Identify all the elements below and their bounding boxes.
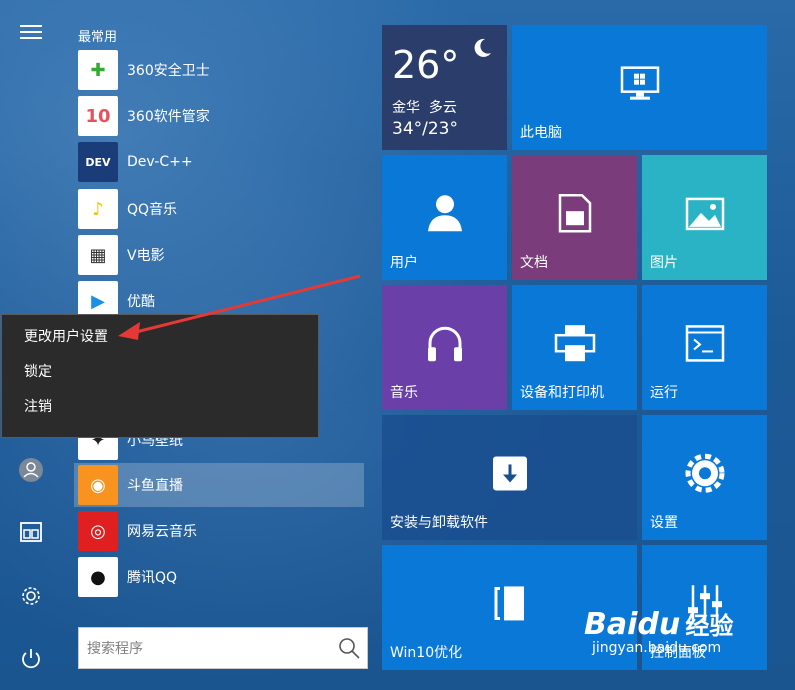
- baidu-watermark: Baidu 经验 jingyan.baidu.com: [584, 606, 733, 656]
- watermark-brand: Baidu: [584, 607, 681, 642]
- watermark-sub: 经验: [685, 612, 734, 640]
- annotation-arrow: [118, 274, 361, 340]
- watermark-url: jingyan.baidu.com: [592, 640, 722, 656]
